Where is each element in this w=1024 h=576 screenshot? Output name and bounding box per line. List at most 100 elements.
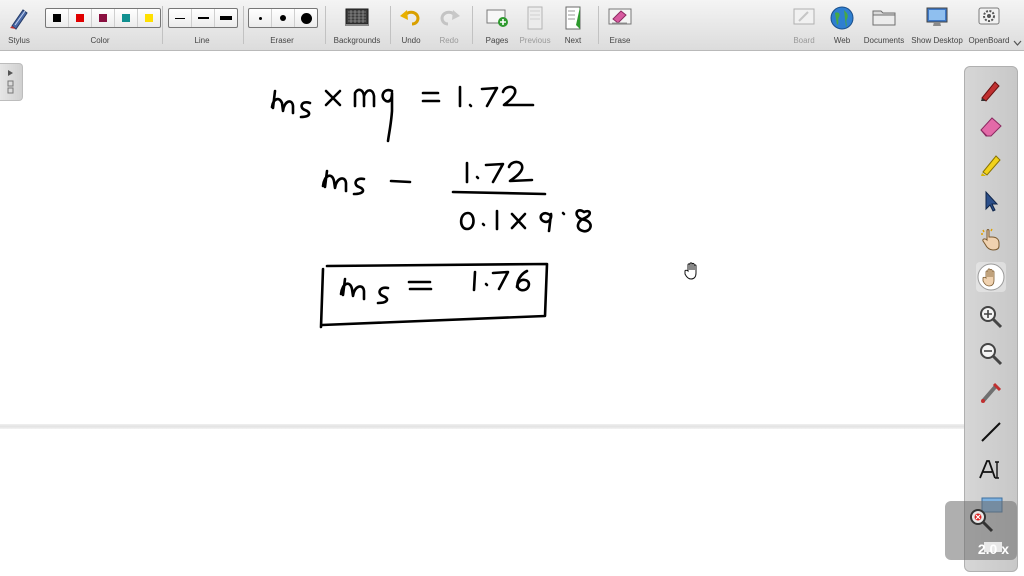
stroke-seven bbox=[480, 86, 499, 108]
stroke-dot bbox=[468, 103, 473, 108]
zoom-out-tool-button[interactable] bbox=[976, 339, 1006, 369]
show-desktop-button[interactable]: Show Desktop bbox=[910, 0, 964, 50]
toolbar-divider bbox=[472, 6, 473, 44]
hand-icon bbox=[977, 263, 1005, 291]
eraser-medium-icon bbox=[280, 15, 286, 21]
selector-tool-button[interactable] bbox=[976, 186, 1006, 216]
pages-button[interactable]: Pages bbox=[480, 0, 514, 50]
eraser-label: Eraser bbox=[270, 36, 294, 45]
line-thin-button[interactable] bbox=[169, 9, 192, 27]
whiteboard-canvas[interactable] bbox=[0, 51, 964, 576]
color-black-swatch[interactable] bbox=[46, 9, 69, 27]
color-red-chip bbox=[76, 14, 84, 22]
stroke-two bbox=[501, 85, 535, 107]
line-icon bbox=[981, 422, 1001, 442]
stroke-equals bbox=[421, 91, 441, 103]
pen-tool-button[interactable] bbox=[976, 74, 1006, 104]
next-label: Next bbox=[564, 36, 582, 45]
handwritten-equations bbox=[270, 85, 592, 329]
backgrounds-button[interactable]: Backgrounds bbox=[330, 0, 384, 50]
next-page-button[interactable]: Next bbox=[558, 0, 588, 50]
stroke-six bbox=[515, 269, 531, 292]
color-swatches bbox=[45, 8, 161, 28]
previous-page-button[interactable]: Previous bbox=[516, 0, 554, 50]
stroke-times bbox=[510, 212, 527, 230]
color-yellow-chip bbox=[145, 14, 153, 22]
next-page-icon bbox=[565, 6, 581, 30]
stroke-equals bbox=[407, 280, 433, 291]
magnifier-close-icon bbox=[970, 509, 994, 533]
hand-cursor-icon bbox=[684, 262, 697, 280]
redo-label: Redo bbox=[439, 36, 459, 45]
eraser-medium-button[interactable] bbox=[272, 9, 295, 27]
pages-label: Pages bbox=[485, 36, 509, 45]
left-panel-toggle[interactable] bbox=[0, 63, 23, 101]
line-thin-icon bbox=[175, 17, 185, 19]
backgrounds-icon bbox=[345, 8, 369, 26]
zoom-in-icon bbox=[980, 306, 1003, 329]
line-thick-icon bbox=[220, 16, 232, 20]
eraser-small-button[interactable] bbox=[249, 9, 272, 27]
stroke-m bbox=[353, 88, 376, 108]
openboard-menu-button[interactable]: OpenBoard bbox=[966, 0, 1012, 50]
stroke-mu bbox=[270, 97, 295, 115]
stroke-mu-tail bbox=[271, 89, 277, 110]
zoom-in-tool-button[interactable] bbox=[976, 302, 1006, 332]
zoom-out-icon bbox=[980, 343, 1003, 366]
previous-page-icon bbox=[527, 6, 543, 30]
color-red-swatch[interactable] bbox=[69, 9, 92, 27]
openboard-label: OpenBoard bbox=[968, 36, 1010, 45]
toolbar-divider bbox=[598, 6, 599, 44]
web-label: Web bbox=[833, 36, 851, 45]
color-maroon-swatch[interactable] bbox=[92, 9, 115, 27]
interact-tool-button[interactable] bbox=[976, 224, 1006, 254]
stroke-zero bbox=[459, 211, 475, 231]
stroke-dot bbox=[561, 211, 566, 216]
eraser-large-button[interactable] bbox=[295, 9, 317, 27]
stroke-mu-tail bbox=[341, 277, 347, 297]
web-button[interactable]: Web bbox=[826, 0, 858, 50]
stroke-box bbox=[320, 262, 549, 327]
stroke-subscript-s bbox=[299, 101, 312, 119]
color-teal-swatch[interactable] bbox=[115, 9, 138, 27]
eraser-large-icon bbox=[300, 12, 312, 24]
eraser-small-icon bbox=[258, 16, 262, 20]
undo-button[interactable]: Undo bbox=[396, 0, 426, 50]
page-divider bbox=[0, 424, 964, 429]
desktop-icon bbox=[926, 7, 948, 26]
laser-pointer-tool-button[interactable] bbox=[976, 378, 1006, 408]
marker-tool-button[interactable] bbox=[976, 149, 1006, 179]
zoom-level: 2.0 x bbox=[977, 541, 1009, 557]
line-thick-button[interactable] bbox=[215, 9, 237, 27]
undo-label: Undo bbox=[401, 36, 421, 45]
stroke-equals bbox=[389, 179, 412, 184]
color-yellow-swatch[interactable] bbox=[138, 9, 160, 27]
text-tool-button[interactable] bbox=[976, 455, 1006, 485]
redo-button[interactable]: Redo bbox=[434, 0, 464, 50]
stylus-icon bbox=[10, 9, 28, 30]
board-button[interactable]: Board bbox=[788, 0, 820, 50]
stroke-dot bbox=[484, 282, 489, 287]
line-medium-button[interactable] bbox=[192, 9, 215, 27]
documents-button[interactable]: Documents bbox=[862, 0, 906, 50]
stroke-seven bbox=[484, 162, 505, 184]
eraser-group: Eraser bbox=[248, 0, 318, 50]
erase-button[interactable]: Erase bbox=[604, 0, 636, 50]
tool-palette bbox=[964, 66, 1018, 572]
hand-tool-button[interactable] bbox=[976, 262, 1006, 292]
stylus-button[interactable]: Stylus bbox=[4, 0, 34, 50]
expand-arrow-icon bbox=[7, 70, 14, 94]
zoom-indicator[interactable]: 2.0 x bbox=[945, 501, 1017, 560]
stroke-nine bbox=[539, 211, 553, 233]
line-label: Line bbox=[194, 36, 210, 45]
toolbar-divider bbox=[325, 6, 326, 44]
stroke-one bbox=[472, 270, 477, 292]
eraser-tool-button[interactable] bbox=[976, 111, 1006, 141]
color-maroon-chip bbox=[99, 14, 107, 22]
stroke-times bbox=[324, 89, 342, 107]
chevron-down-icon[interactable] bbox=[1013, 40, 1022, 46]
previous-label: Previous bbox=[519, 36, 551, 45]
line-tool-button[interactable] bbox=[976, 417, 1006, 447]
eraser-icon bbox=[980, 117, 1002, 137]
stroke-seven bbox=[491, 270, 510, 291]
